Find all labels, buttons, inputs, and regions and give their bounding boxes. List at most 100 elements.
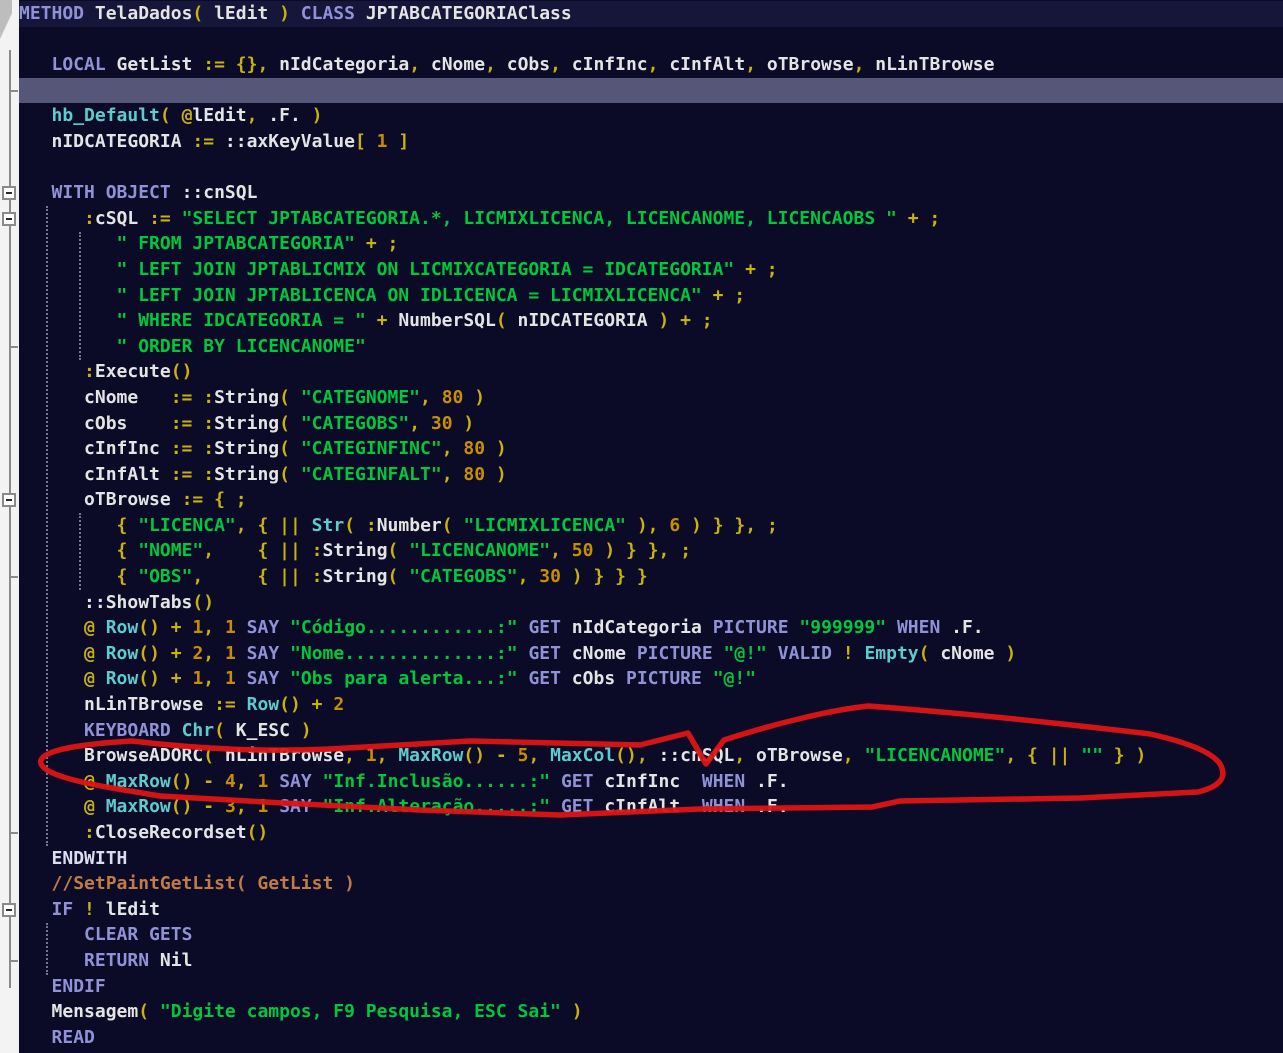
code-token: String	[214, 412, 280, 434]
code-token: 80	[430, 386, 475, 408]
code-token: } },	[626, 540, 670, 562]
code-token: 50	[560, 540, 605, 562]
code-token: cInfInc	[560, 54, 648, 76]
code-line[interactable]: ENDIF	[0, 974, 1283, 1000]
code-line[interactable]: @ Row() + 1, 1 SAY "Obs para alerta...:"…	[0, 666, 1283, 692]
code-line[interactable]: cNome := :String( "CATEGNOME", 80 )	[0, 385, 1283, 411]
code-token: .F.	[745, 796, 789, 818]
indent-guide	[79, 513, 81, 590]
code-token: nLinTBrowse	[214, 745, 345, 767]
code-line[interactable]: CLEAR GETS	[0, 922, 1283, 948]
code-line[interactable]: BrowseADORC( nLinTBrowse, 1, MaxRow() - …	[0, 743, 1283, 769]
code-token: " ORDER BY LICENCANOME"	[116, 335, 366, 357]
code-token: ,	[550, 54, 561, 76]
code-token: 80	[452, 438, 496, 460]
code-token: JPTABCATEGORIAClass	[354, 3, 572, 24]
code-line[interactable]	[0, 27, 1283, 53]
code-token: nIdCategoria	[560, 617, 713, 639]
code-line[interactable]: " ORDER BY LICENCANOME"	[0, 334, 1283, 360]
code-token: :=	[170, 386, 193, 408]
code-token: "CATEGOBS"	[300, 412, 410, 434]
code-line[interactable]: hb_Default( @lEdit, .F. )	[0, 103, 1283, 129]
code-token: TelaDados	[84, 3, 193, 24]
code-line[interactable]: ::ShowTabs()	[0, 590, 1283, 616]
code-line[interactable]: cObs := :String( "CATEGOBS", 30 )	[0, 411, 1283, 437]
code-line[interactable]: nLinTBrowse := Row() + 2	[0, 692, 1283, 718]
code-token: "@!"	[712, 668, 757, 690]
code-token: 30	[420, 412, 464, 434]
code-token: { ||	[257, 540, 301, 562]
code-token: ,	[409, 412, 421, 434]
code-token: cNome	[929, 642, 1006, 664]
code-line[interactable]: :cSQL := "SELECT JPTABCATEGORIA.*, LICMI…	[0, 206, 1283, 232]
code-token: ,	[409, 54, 421, 76]
code-line[interactable]: " LEFT JOIN JPTABLICMIX ON LICMIXCATEGOR…	[0, 257, 1283, 283]
code-line[interactable]: { "NOME", { || :String( "LICENCANOME", 5…	[0, 538, 1283, 564]
code-line[interactable]: cInfAlt := :String( "CATEGINFALT", 80 )	[0, 462, 1283, 488]
code-line[interactable]: cInfInc := :String( "CATEGINFINC", 80 )	[0, 436, 1283, 462]
code-token: )	[571, 1001, 583, 1023]
code-line[interactable]	[0, 155, 1283, 181]
code-line[interactable]: " FROM JPTABCATEGORIA" + ;	[0, 231, 1283, 257]
code-token: + ;	[907, 207, 941, 229]
code-token: READ	[51, 1026, 95, 1048]
code-line[interactable]: { "LICENCA", { || Str( :Number( "LICMIXL…	[0, 513, 1283, 539]
code-line[interactable]: READ	[0, 1025, 1283, 1051]
code-line[interactable]: LOCAL GetList := {}, nIdCategoria, cNome…	[0, 52, 1283, 78]
code-line[interactable]: " WHERE IDCATEGORIA = " + NumberSQL( nID…	[0, 308, 1283, 334]
code-line[interactable]: :CloseRecordset()	[0, 820, 1283, 846]
code-token: 1	[181, 617, 204, 639]
code-token: @	[181, 105, 193, 127]
code-token: 5	[506, 745, 529, 767]
code-line[interactable]: oTBrowse := { ;	[0, 487, 1283, 513]
code-line[interactable]: @ Row() + 1, 1 SAY "Código............:"…	[0, 615, 1283, 641]
code-line[interactable]: IF ! lEdit	[0, 897, 1283, 923]
fold-toggle-icon[interactable]	[2, 902, 16, 917]
code-token: 1	[354, 745, 377, 767]
code-line[interactable]: { "OBS", { || :String( "CATEGOBS", 30 ) …	[0, 564, 1283, 590]
code-line[interactable]: :Execute()	[0, 359, 1283, 385]
code-token: ,	[203, 668, 215, 690]
code-line[interactable]: Mensagem( "Digite campos, F9 Pesquisa, E…	[0, 999, 1283, 1025]
code-token: (	[279, 386, 290, 408]
code-line[interactable]: @ MaxRow() - 3, 1 SAY "Inf.Alteração....…	[0, 794, 1283, 820]
code-line[interactable]: nIDCATEGORIA := ::axKeyValue[ 1 ]	[0, 129, 1283, 155]
code-line[interactable]: @ Row() + 2, 1 SAY "Nome..............:"…	[0, 641, 1283, 667]
code-token: !	[842, 642, 854, 664]
code-line[interactable]: METHOD TelaDados( lEdit ) CLASS JPTABCAT…	[0, 1, 1283, 27]
code-line[interactable]: " LEFT JOIN JPTABLICENCA ON IDLICENCA = …	[0, 283, 1283, 309]
code-token: {	[116, 514, 128, 536]
fold-toggle-icon[interactable]	[2, 186, 16, 200]
code-line[interactable]: ENDWITH	[0, 846, 1283, 872]
code-token: "Obs para alerta...:"	[290, 668, 518, 690]
code-token: :	[311, 540, 323, 562]
code-line[interactable]: //SetPaintGetList( GetList )	[0, 871, 1283, 897]
code-token: .F.	[745, 770, 789, 792]
code-area[interactable]: METHOD TelaDados( lEdit ) CLASS JPTABCAT…	[0, 1, 1283, 1050]
fold-toggle-icon[interactable]	[2, 211, 16, 226]
code-token: " LEFT JOIN JPTABLICMIX ON LICMIXCATEGOR…	[116, 258, 735, 280]
code-line[interactable]: WITH OBJECT ::cnSQL	[0, 180, 1283, 206]
code-token: cInfInc	[593, 770, 702, 792]
code-line[interactable]: KEYBOARD Chr( K_ESC )	[0, 718, 1283, 744]
code-token: :=	[181, 489, 204, 511]
fold-toggle-icon[interactable]	[2, 493, 16, 508]
code-line[interactable]	[10, 77, 1283, 104]
code-line[interactable]: @ MaxRow() - 4, 1 SAY "Inf.Inclusão.....…	[0, 769, 1283, 795]
code-line[interactable]: RETURN Nil	[0, 948, 1283, 974]
